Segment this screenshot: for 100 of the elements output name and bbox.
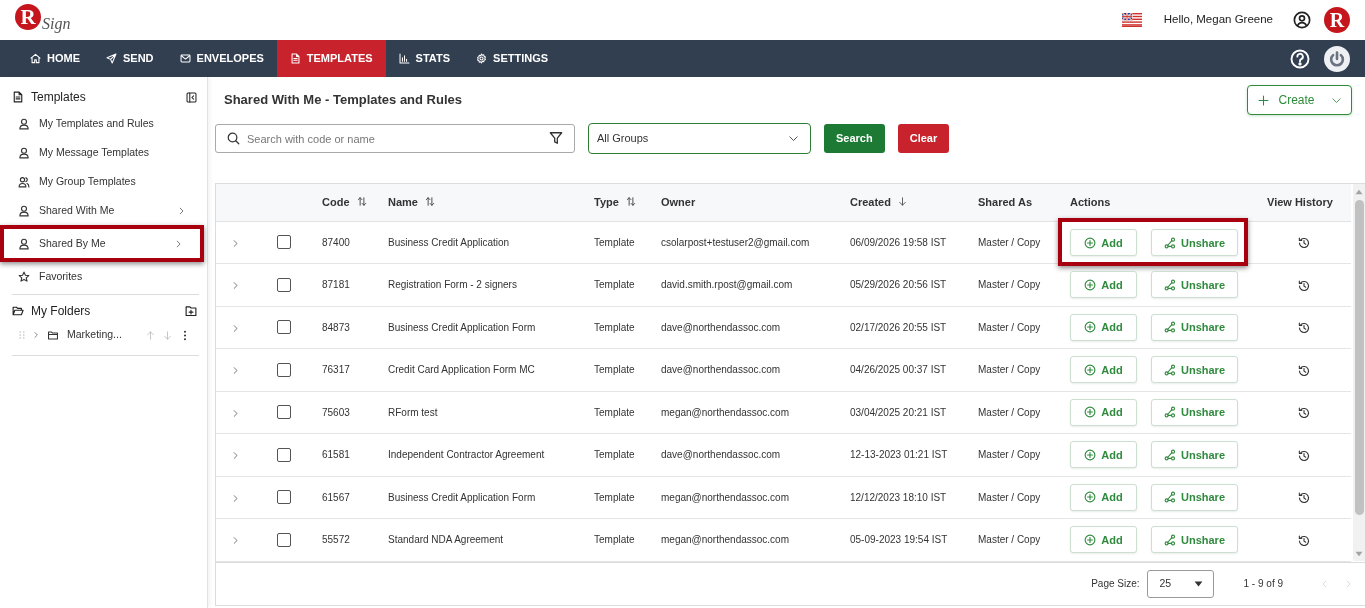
table-cell: 76317 (311, 348, 377, 391)
add-button[interactable]: Add (1070, 398, 1137, 426)
add-button[interactable]: Add (1070, 483, 1137, 511)
table-cell: 05-09-2023 19:54 IST (839, 518, 967, 561)
history-icon[interactable] (1297, 492, 1310, 505)
sidebar-item[interactable]: My Group Templates (0, 167, 207, 196)
gear-icon (476, 53, 488, 64)
add-button[interactable]: Add (1070, 271, 1137, 299)
home-icon (30, 53, 41, 64)
table-cell: Master / Copy (967, 433, 1059, 476)
table-cell: dave@northendassoc.com (650, 433, 839, 476)
unshare-button[interactable]: Unshare (1151, 313, 1238, 341)
scrollbar-thumb[interactable] (1354, 200, 1364, 515)
sidebar-item[interactable]: Favorites (0, 262, 207, 291)
flag-icon[interactable] (1121, 13, 1142, 27)
share-nodes-icon (1164, 533, 1176, 546)
sort-icon[interactable] (625, 196, 636, 207)
column-header[interactable]: Created (839, 184, 967, 221)
create-button[interactable]: Create (1247, 85, 1352, 115)
document-icon (289, 53, 301, 64)
user-icon (18, 146, 30, 159)
add-button[interactable]: Add (1070, 441, 1137, 469)
column-header: Actions (1059, 184, 1256, 221)
help-icon[interactable] (1290, 48, 1310, 69)
unshare-button[interactable]: Unshare (1151, 356, 1238, 384)
unshare-button[interactable]: Unshare (1151, 483, 1238, 511)
unshare-button[interactable]: Unshare (1151, 441, 1238, 469)
page-size-select[interactable]: 25 (1146, 569, 1214, 598)
users-icon (18, 175, 30, 188)
nav-tab[interactable]: STATS (385, 40, 464, 77)
add-button[interactable]: Add (1070, 526, 1137, 554)
add-button[interactable]: Add (1070, 229, 1137, 257)
clear-button[interactable]: Clear (897, 124, 950, 153)
row-checkbox[interactable] (277, 490, 291, 505)
row-checkbox[interactable] (277, 362, 291, 377)
document-icon (12, 91, 24, 103)
search-icon (227, 132, 240, 145)
folder-name[interactable]: Marketing... (67, 327, 122, 343)
history-icon[interactable] (1297, 237, 1310, 250)
section-title: My Folders (31, 303, 91, 320)
nav-tab[interactable]: HOME (17, 40, 93, 77)
plus-circle-icon (1084, 406, 1097, 419)
brand-badge: R (1324, 7, 1350, 33)
filter-icon[interactable] (549, 131, 563, 145)
sort-icon[interactable] (424, 196, 435, 207)
history-icon[interactable] (1297, 279, 1310, 292)
power-icon[interactable] (1324, 45, 1350, 72)
share-nodes-icon (1164, 363, 1176, 376)
sidebar-item[interactable]: My Message Templates (0, 138, 207, 167)
search-field[interactable]: Search with code or name (215, 124, 575, 153)
column-header[interactable]: Name (377, 184, 583, 221)
add-button[interactable]: Add (1070, 313, 1137, 341)
plus-circle-icon (1084, 491, 1097, 504)
user-icon (18, 204, 30, 217)
sort-arrow-icon[interactable] (897, 196, 907, 207)
sidebar-item[interactable]: Shared With Me (0, 196, 207, 225)
chevron-down-icon (789, 134, 798, 143)
unshare-button[interactable]: Unshare (1151, 398, 1238, 426)
column-header[interactable]: Type (583, 184, 650, 221)
add-button[interactable]: Add (1070, 356, 1137, 384)
user-icon[interactable] (1293, 11, 1311, 29)
unshare-button[interactable]: Unshare (1151, 271, 1238, 299)
sidebar-item[interactable]: My Templates and Rules (0, 109, 207, 138)
table-cell: Credit Card Application Form MC (377, 348, 583, 391)
search-button[interactable]: Search (824, 124, 885, 153)
row-checkbox[interactable] (277, 532, 291, 547)
history-icon[interactable] (1297, 407, 1310, 420)
history-icon[interactable] (1297, 364, 1310, 377)
row-checkbox[interactable] (277, 235, 291, 250)
collapse-sidebar-icon[interactable] (186, 91, 197, 103)
row-checkbox[interactable] (277, 447, 291, 462)
history-icon[interactable] (1297, 534, 1310, 547)
history-icon[interactable] (1297, 449, 1310, 462)
group-select[interactable]: All Groups (588, 123, 811, 154)
unshare-button[interactable]: Unshare (1151, 526, 1238, 554)
nav-tab[interactable]: SETTINGS (463, 40, 562, 77)
row-checkbox[interactable] (277, 277, 291, 292)
sort-icon[interactable] (356, 196, 367, 207)
nav-tab[interactable]: TEMPLATES (276, 40, 386, 77)
table-cell: dave@northendassoc.com (650, 348, 839, 391)
plus-circle-icon (1084, 448, 1097, 461)
paper-plane-icon (106, 53, 117, 64)
drag-handle-icon[interactable] (19, 330, 25, 340)
share-nodes-icon (1164, 236, 1176, 249)
more-options-icon[interactable] (183, 329, 187, 341)
history-icon[interactable] (1297, 322, 1310, 335)
nav-tab[interactable]: ENVELOPES (166, 40, 277, 77)
row-checkbox[interactable] (277, 405, 291, 420)
app-logo[interactable]: R Sign (15, 4, 71, 36)
table-cell: Registration Form - 2 signers (377, 263, 583, 306)
share-nodes-icon (1164, 278, 1176, 291)
unshare-button[interactable]: Unshare (1151, 229, 1238, 257)
table-cell: Master / Copy (967, 476, 1059, 519)
nav-tab[interactable]: SEND (93, 40, 167, 77)
sidebar-item[interactable]: Shared By Me (4, 229, 200, 258)
table-cell: 05/29/2026 20:56 IST (839, 263, 967, 306)
table-cell: david.smith.rpost@gmail.com (650, 263, 839, 306)
add-folder-icon[interactable] (185, 305, 197, 317)
column-header[interactable]: Code (311, 184, 377, 221)
row-checkbox[interactable] (277, 320, 291, 335)
